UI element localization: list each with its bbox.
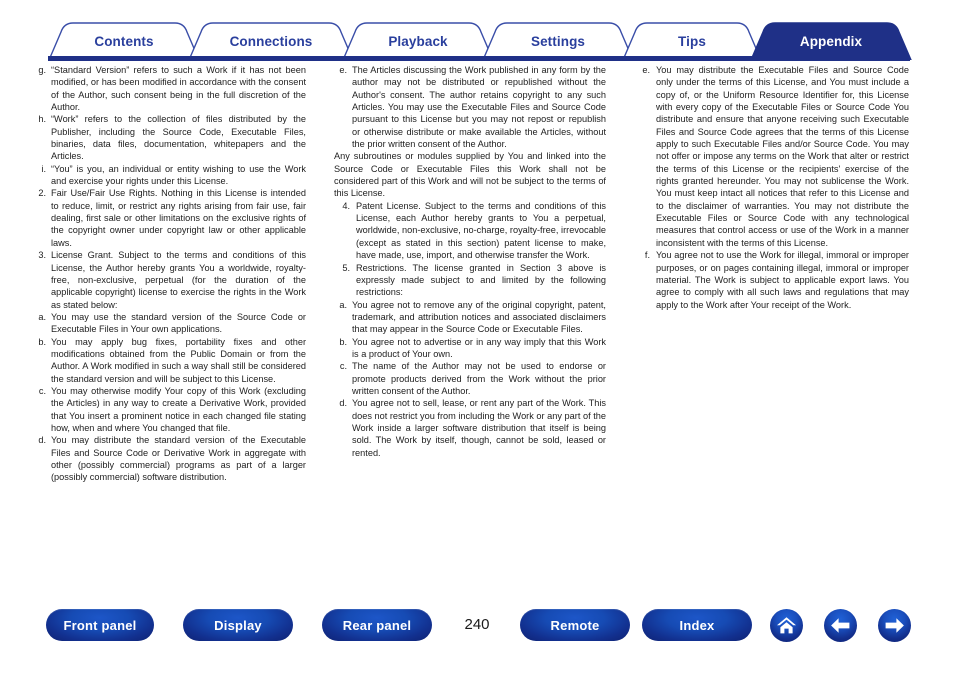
forward-button[interactable] bbox=[878, 609, 911, 642]
list-text: “Standard Version” refers to such a Work… bbox=[51, 65, 306, 113]
list-text: Restrictions. The license granted in Sec… bbox=[356, 262, 606, 298]
list-text: License Grant. Subject to the terms and … bbox=[51, 250, 306, 310]
list-text: “You” is you, an individual or entity wi… bbox=[51, 163, 306, 187]
list-item: h. “Work” refers to the collection of fi… bbox=[34, 113, 306, 162]
list-marker: 3. bbox=[38, 250, 46, 261]
list-text: You agree not to sell, lease, or rent an… bbox=[352, 398, 606, 458]
list-text: You may use the standard version of the … bbox=[51, 311, 306, 335]
list-item: b. You agree not to advertise or in any … bbox=[334, 336, 606, 361]
list-item: e. The Articles discussing the Work publ… bbox=[334, 64, 606, 150]
rear-panel-label: Rear panel bbox=[342, 617, 412, 633]
list-marker: d. bbox=[38, 435, 46, 446]
list-item: e. You may distribute the Executable Fil… bbox=[637, 64, 909, 249]
list-text: You may distribute the standard version … bbox=[51, 435, 306, 483]
tab-settings[interactable]: Settings bbox=[482, 22, 634, 60]
list-text: You agree not to remove any of the origi… bbox=[352, 299, 606, 335]
home-button[interactable] bbox=[770, 609, 803, 642]
tab-label: Appendix bbox=[799, 33, 863, 49]
list-item: 2. Fair Use/Fair Use Rights. Nothing in … bbox=[34, 187, 306, 249]
list-marker: i. bbox=[41, 163, 46, 174]
list-marker: c. bbox=[38, 385, 46, 396]
list-item: 3. License Grant. Subject to the terms a… bbox=[34, 249, 306, 311]
top-tab-bar: Contents Connections Playback Settings T bbox=[0, 0, 954, 62]
list-item: b. You may apply bug fixes, portability … bbox=[34, 336, 306, 385]
list-item: d. You agree not to sell, lease, or rent… bbox=[334, 397, 606, 459]
list-marker: h. bbox=[38, 114, 46, 125]
list-item: f. You agree not to use the Work for ill… bbox=[637, 249, 909, 311]
list-text: The name of the Author may not be used t… bbox=[352, 361, 606, 396]
list-text: “Work” refers to the collection of files… bbox=[51, 114, 306, 162]
tab-contents[interactable]: Contents bbox=[48, 22, 200, 60]
tab-label: Contents bbox=[94, 33, 154, 49]
list-marker: a. bbox=[38, 311, 46, 322]
list-text: You agree not to use the Work for illega… bbox=[656, 250, 909, 310]
list-item: c. You may otherwise modify Your copy of… bbox=[34, 385, 306, 434]
list-item: a. You agree not to remove any of the or… bbox=[334, 299, 606, 336]
list-text: You may distribute the Executable Files … bbox=[656, 65, 909, 248]
display-button[interactable]: Display bbox=[183, 609, 293, 641]
list-item: 4. Patent License. Subject to the terms … bbox=[334, 200, 606, 262]
list-text: The Articles discussing the Work publish… bbox=[352, 65, 606, 150]
list-item: g. “Standard Version” refers to such a W… bbox=[34, 64, 306, 113]
list-item: 5. Restrictions. The license granted in … bbox=[334, 262, 606, 299]
front-panel-label: Front panel bbox=[63, 617, 137, 633]
list-marker: e. bbox=[642, 65, 650, 75]
list-marker: g. bbox=[38, 65, 46, 75]
tab-label: Connections bbox=[229, 33, 313, 49]
tab-tips[interactable]: Tips bbox=[622, 22, 762, 60]
back-button[interactable] bbox=[824, 609, 857, 642]
list-marker: a. bbox=[339, 299, 347, 310]
tab-label: Playback bbox=[388, 33, 448, 49]
tab-label: Tips bbox=[678, 33, 706, 49]
page-number: 240 bbox=[464, 616, 490, 633]
text-column-2: e. The Articles discussing the Work publ… bbox=[334, 64, 606, 459]
list-marker: b. bbox=[339, 336, 347, 347]
text-column-3: e. You may distribute the Executable Fil… bbox=[637, 64, 909, 311]
rear-panel-button[interactable]: Rear panel bbox=[322, 609, 432, 641]
license-text-content: g. “Standard Version” refers to such a W… bbox=[0, 64, 954, 584]
arrow-left-icon bbox=[831, 618, 850, 633]
list-item: c. The name of the Author may not be use… bbox=[334, 360, 606, 397]
list-marker: d. bbox=[339, 398, 347, 409]
list-marker: 4. bbox=[342, 200, 350, 211]
front-panel-button[interactable]: Front panel bbox=[46, 609, 154, 641]
list-marker: f. bbox=[644, 250, 650, 261]
display-label: Display bbox=[214, 617, 262, 633]
list-item: a. You may use the standard version of t… bbox=[34, 311, 306, 336]
text-column-1: g. “Standard Version” refers to such a W… bbox=[34, 64, 306, 484]
list-text: You may apply bug fixes, portability fix… bbox=[51, 336, 306, 384]
list-text: Fair Use/Fair Use Rights. Nothing in thi… bbox=[51, 188, 306, 248]
list-marker: b. bbox=[38, 336, 46, 347]
tab-underline bbox=[48, 56, 910, 61]
index-button[interactable]: Index bbox=[642, 609, 752, 641]
bottom-navigation-bar: Front panel Display Rear panel 240 Remot… bbox=[0, 604, 954, 654]
list-text: Patent License. Subject to the terms and… bbox=[356, 200, 606, 261]
list-item: d. You may distribute the standard versi… bbox=[34, 434, 306, 483]
list-marker: 5. bbox=[342, 262, 350, 273]
tab-appendix[interactable]: Appendix bbox=[750, 22, 912, 60]
index-label: Index bbox=[679, 617, 715, 633]
remote-label: Remote bbox=[550, 617, 600, 633]
list-marker: e. bbox=[339, 65, 347, 75]
tab-list: Contents Connections Playback Settings T bbox=[48, 22, 914, 60]
list-item: i. “You” is you, an individual or entity… bbox=[34, 163, 306, 188]
list-marker: c. bbox=[339, 361, 347, 372]
arrow-right-icon bbox=[885, 618, 904, 633]
list-text: You agree not to advertise or in any way… bbox=[352, 336, 606, 359]
list-marker: 2. bbox=[38, 188, 46, 199]
tab-connections[interactable]: Connections bbox=[188, 22, 354, 60]
home-icon bbox=[777, 617, 796, 634]
list-text: You may otherwise modify Your copy of th… bbox=[51, 385, 306, 433]
tab-label: Settings bbox=[530, 33, 586, 49]
paragraph-text: Any subroutines or modules supplied by Y… bbox=[334, 151, 606, 199]
tab-playback[interactable]: Playback bbox=[342, 22, 494, 60]
remote-button[interactable]: Remote bbox=[520, 609, 630, 641]
